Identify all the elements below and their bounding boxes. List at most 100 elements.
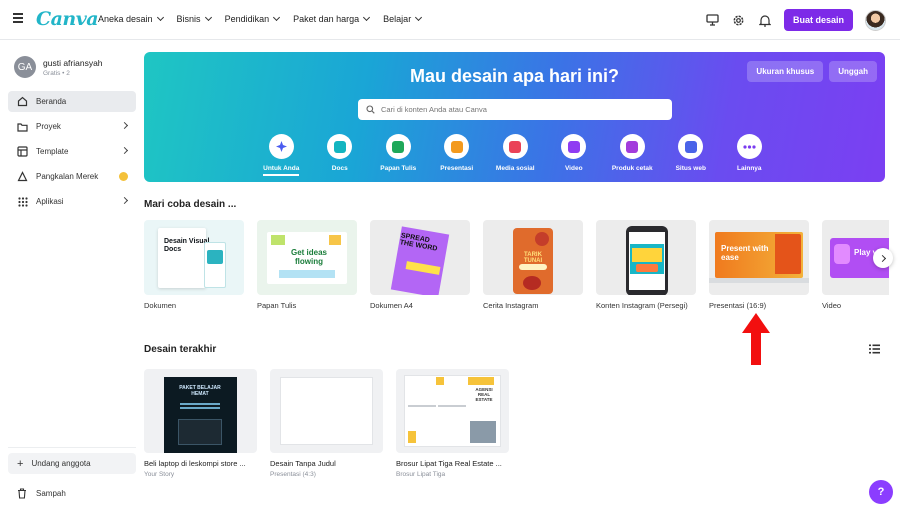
chevron-right-icon: [120, 196, 129, 205]
category-label: Video: [564, 165, 583, 172]
print-icon: [619, 134, 645, 159]
nav-paket-harga[interactable]: Paket dan harga: [293, 13, 371, 24]
chevron-down-icon: [363, 13, 371, 22]
trash-label: Sampah: [36, 489, 66, 498]
sidebar-item-proyek[interactable]: Proyek: [8, 116, 136, 137]
nav-aneka-desain[interactable]: Aneka desain: [98, 13, 164, 24]
create-design-button[interactable]: Buat desain: [783, 9, 853, 31]
heart-icon: [502, 134, 528, 159]
menu-icon[interactable]: [12, 13, 24, 25]
hero-title: Mau desain apa hari ini?: [409, 66, 620, 86]
search-icon: [366, 105, 375, 114]
list-view-icon[interactable]: [869, 344, 880, 354]
recent-designs-title: Desain terakhir: [144, 344, 217, 355]
tile-art-text: Present with ease: [721, 244, 769, 262]
brand-icon: [17, 171, 28, 182]
category-label: Media sosial: [495, 165, 535, 172]
category-produk-cetak[interactable]: Produk cetak: [603, 134, 662, 176]
chevron-down-icon: [415, 13, 423, 22]
sidebar-item-pangkalan-merek[interactable]: Pangkalan Merek: [8, 166, 136, 187]
nav-bisnis[interactable]: Bisnis: [176, 13, 212, 24]
divider: [8, 447, 136, 448]
tile-cerita-instagram[interactable]: TARIK TUNAI Cerita Instagram: [483, 220, 583, 310]
trash-icon: [17, 488, 28, 499]
category-label: Papan Tulis: [380, 165, 417, 172]
category-media-sosial[interactable]: Media sosial: [486, 134, 545, 176]
invite-members-button[interactable]: + Undang anggota: [8, 453, 136, 474]
nav-label: Aneka desain: [98, 14, 153, 24]
sidebar-item-label: Pangkalan Merek: [36, 172, 99, 181]
category-docs[interactable]: Docs: [311, 134, 370, 176]
hero-banner: Ukuran khusus Unggah Mau desain apa hari…: [144, 52, 885, 182]
tile-papan-tulis[interactable]: Get ideas flowing Papan Tulis: [257, 220, 357, 310]
desktop-icon[interactable]: [706, 13, 720, 27]
canva-logo[interactable]: Canva: [36, 8, 99, 30]
tile-thumbnail: Desain Visual Docs: [144, 220, 244, 295]
user-name: gusti afriansyah: [43, 57, 103, 68]
category-presentasi[interactable]: Presentasi: [428, 134, 487, 176]
thumb-art-text: AGENSI REAL ESTATE: [475, 387, 493, 402]
avatar: GA: [14, 56, 36, 78]
nav-label: Bisnis: [176, 14, 201, 24]
tile-art-text: TARIK TUNAI: [523, 252, 543, 264]
user-profile[interactable]: GA gusti afriansyah Gratis • 2: [14, 56, 103, 78]
apps-icon: [17, 196, 28, 207]
tile-label: Video: [822, 301, 842, 310]
tile-label: Cerita Instagram: [483, 301, 539, 310]
tile-dokumen-a4[interactable]: SPREAD THE WORD Dokumen A4: [370, 220, 470, 310]
tile-konten-instagram[interactable]: Konten Instagram (Persegi): [596, 220, 696, 310]
recent-design-card[interactable]: AGENSI REAL ESTATE Brosur Lipat Tiga Rea…: [396, 369, 509, 478]
trash-button[interactable]: Sampah: [8, 483, 136, 504]
user-avatar[interactable]: [865, 9, 886, 31]
recent-design-card[interactable]: PAKET BELAJAR HEMAT Beli laptop di lesko…: [144, 369, 257, 478]
sidebar-item-template[interactable]: Template: [8, 141, 136, 162]
bell-icon[interactable]: [758, 13, 772, 27]
tile-label: Dokumen: [144, 301, 177, 310]
presentation-icon: [444, 134, 470, 159]
more-icon: [736, 134, 762, 159]
nav-label: Paket dan harga: [293, 14, 360, 24]
design-type: Your Story: [144, 471, 175, 478]
help-button[interactable]: ?: [869, 480, 893, 504]
tile-thumbnail: SPREAD THE WORD: [370, 220, 470, 295]
tile-dokumen[interactable]: Desain Visual Docs Dokumen: [144, 220, 244, 310]
tile-thumbnail: Get ideas flowing: [257, 220, 357, 295]
nav-belajar[interactable]: Belajar: [383, 13, 423, 24]
nav-pendidikan[interactable]: Pendidikan: [224, 13, 281, 24]
invite-label: Undang anggota: [31, 459, 91, 468]
tile-label: Dokumen A4: [370, 301, 413, 310]
sidebar-item-beranda[interactable]: Beranda: [8, 91, 136, 112]
category-shortcuts: Untuk Anda Docs Papan Tulis Presentasi M…: [252, 134, 779, 176]
template-icon: [17, 146, 28, 157]
category-situs-web[interactable]: Situs web: [662, 134, 721, 176]
recent-design-card[interactable]: Desain Tanpa Judul Presentasi (4:3): [270, 369, 383, 478]
search-input[interactable]: [381, 105, 661, 114]
design-type: Brosur Lipat Tiga: [396, 471, 446, 478]
home-icon: [17, 96, 28, 107]
search-bar[interactable]: [358, 99, 672, 120]
sidebar: GA gusti afriansyah Gratis • 2 Beranda P…: [0, 41, 144, 508]
tile-presentasi[interactable]: Present with ease Presentasi (16:9): [709, 220, 809, 310]
chevron-right-icon: [878, 254, 886, 262]
sidebar-item-label: Template: [36, 147, 69, 156]
design-type-carousel: Desain Visual Docs Dokumen Get ideas flo…: [144, 220, 889, 315]
category-lainnya[interactable]: Lainnya: [720, 134, 779, 176]
sidebar-item-aplikasi[interactable]: Aplikasi: [8, 191, 136, 212]
red-arrow-annotation: [742, 313, 770, 365]
gear-icon[interactable]: [732, 13, 746, 27]
plus-icon: +: [17, 457, 24, 470]
chevron-right-icon: [120, 121, 129, 130]
carousel-next-button[interactable]: [873, 248, 893, 268]
category-label: Docs: [331, 165, 348, 172]
tile-label: Papan Tulis: [257, 301, 297, 310]
design-title: Beli laptop di leskompi store ...: [144, 459, 246, 468]
category-untuk-anda[interactable]: Untuk Anda: [252, 134, 311, 176]
thumb-art-text: PAKET BELAJAR HEMAT: [179, 385, 221, 397]
crown-icon: [119, 172, 128, 181]
nav-label: Pendidikan: [224, 14, 270, 24]
category-papan-tulis[interactable]: Papan Tulis: [369, 134, 428, 176]
design-type: Presentasi (4:3): [270, 471, 316, 478]
tile-thumbnail: TARIK TUNAI: [483, 220, 583, 295]
category-video[interactable]: Video: [545, 134, 604, 176]
category-label: Untuk Anda: [263, 165, 300, 176]
